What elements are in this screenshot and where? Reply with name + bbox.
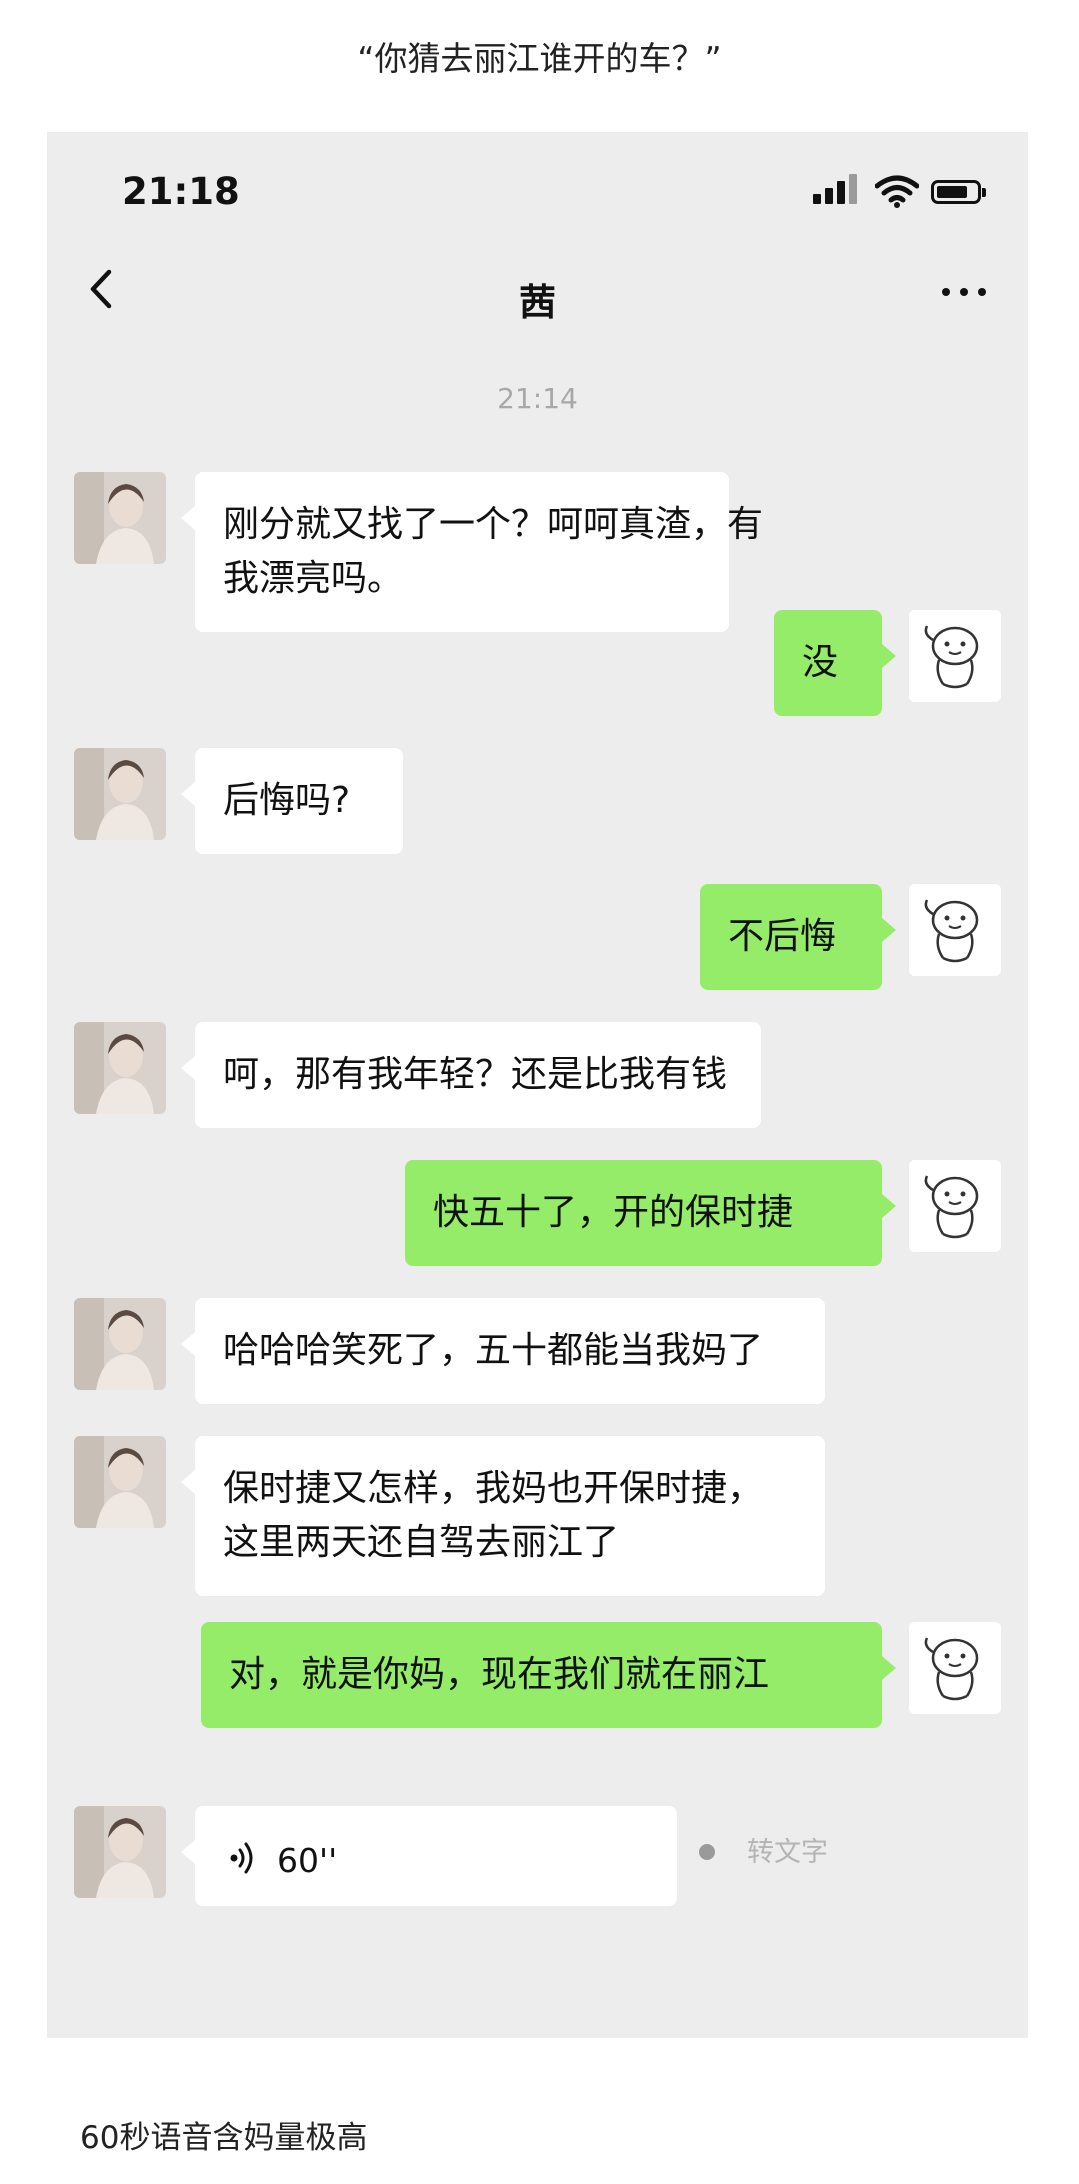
incoming-message-bubble[interactable]: 刚分就又找了一个？呵呵真渣，有 我漂亮吗。 xyxy=(181,472,764,632)
contact-avatar[interactable] xyxy=(74,472,166,564)
message-line: 我漂亮吗。 xyxy=(223,558,404,599)
chat-timestamp: 21:14 xyxy=(497,382,578,415)
convert-to-text-button[interactable]: 转文字 xyxy=(747,1830,828,1869)
status-icons xyxy=(813,174,988,214)
signal-icon xyxy=(813,174,861,208)
post-bottom-caption: 60秒语音含妈量极高 xyxy=(80,2120,368,2156)
contact-avatar[interactable] xyxy=(74,1806,166,1898)
status-time: 21:18 xyxy=(122,170,240,213)
voice-message-bubble[interactable]: 60'' xyxy=(181,1806,677,1906)
my-avatar[interactable] xyxy=(909,1622,1001,1714)
doodle-face-icon xyxy=(909,1160,1001,1252)
message-line: 保时捷又怎样，我妈也开保时捷， xyxy=(223,1468,764,1509)
incoming-message-bubble[interactable]: 后悔吗? xyxy=(181,748,403,854)
message-line: 刚分就又找了一个？呵呵真渣，有 xyxy=(223,504,764,545)
message-line: 后悔吗? xyxy=(223,780,351,821)
incoming-message-bubble[interactable]: 呵，那有我年轻？还是比我有钱 xyxy=(181,1022,761,1128)
my-avatar[interactable] xyxy=(909,1160,1001,1252)
outgoing-message-bubble[interactable]: 对，就是你妈，现在我们就在丽江 xyxy=(201,1622,896,1728)
wifi-icon xyxy=(875,175,919,208)
doodle-face-icon xyxy=(909,610,1001,702)
contact-photo-icon xyxy=(74,1022,166,1114)
incoming-message-bubble[interactable]: 哈哈哈笑死了，五十都能当我妈了 xyxy=(181,1298,825,1404)
my-avatar[interactable] xyxy=(909,610,1001,702)
contact-avatar[interactable] xyxy=(74,1298,166,1390)
contact-photo-icon xyxy=(74,472,166,564)
contact-photo-icon xyxy=(74,1298,166,1390)
outgoing-message-bubble[interactable]: 没 xyxy=(774,610,896,716)
message-line: 对，就是你妈，现在我们就在丽江 xyxy=(229,1654,770,1695)
message-line: 哈哈哈笑死了，五十都能当我妈了 xyxy=(223,1330,764,1371)
voice-wave-icon xyxy=(230,1842,253,1874)
contact-photo-icon xyxy=(74,1806,166,1898)
chat-screenshot: 21:18 茜 21:14 刚分就又找了一个？呵呵真渣，有 我漂亮吗。 没 后悔… xyxy=(47,132,1028,2038)
chat-title: 茜 xyxy=(519,281,556,324)
unread-dot xyxy=(699,1844,715,1860)
message-line: 呵，那有我年轻？还是比我有钱 xyxy=(223,1054,728,1095)
contact-avatar[interactable] xyxy=(74,748,166,840)
battery-icon xyxy=(931,180,986,204)
contact-photo-icon xyxy=(74,1436,166,1528)
message-line: 不后悔 xyxy=(728,916,837,957)
message-line: 快五十了，开的保时捷 xyxy=(433,1192,794,1233)
contact-avatar[interactable] xyxy=(74,1436,166,1528)
message-line: 这里两天还自驾去丽江了 xyxy=(223,1522,620,1563)
my-avatar[interactable] xyxy=(909,884,1001,976)
doodle-face-icon xyxy=(909,884,1001,976)
post-top-caption: “你猜去丽江谁开的车？” xyxy=(357,39,722,78)
outgoing-message-bubble[interactable]: 不后悔 xyxy=(700,884,896,990)
contact-photo-icon xyxy=(74,748,166,840)
voice-duration: 60'' xyxy=(277,1841,338,1880)
incoming-message-bubble[interactable]: 保时捷又怎样，我妈也开保时捷， 这里两天还自驾去丽江了 xyxy=(181,1436,825,1596)
doodle-face-icon xyxy=(909,1622,1001,1714)
message-line: 没 xyxy=(802,642,839,683)
more-dots-icon[interactable] xyxy=(934,272,994,312)
contact-avatar[interactable] xyxy=(74,1022,166,1114)
outgoing-message-bubble[interactable]: 快五十了，开的保时捷 xyxy=(405,1160,896,1266)
